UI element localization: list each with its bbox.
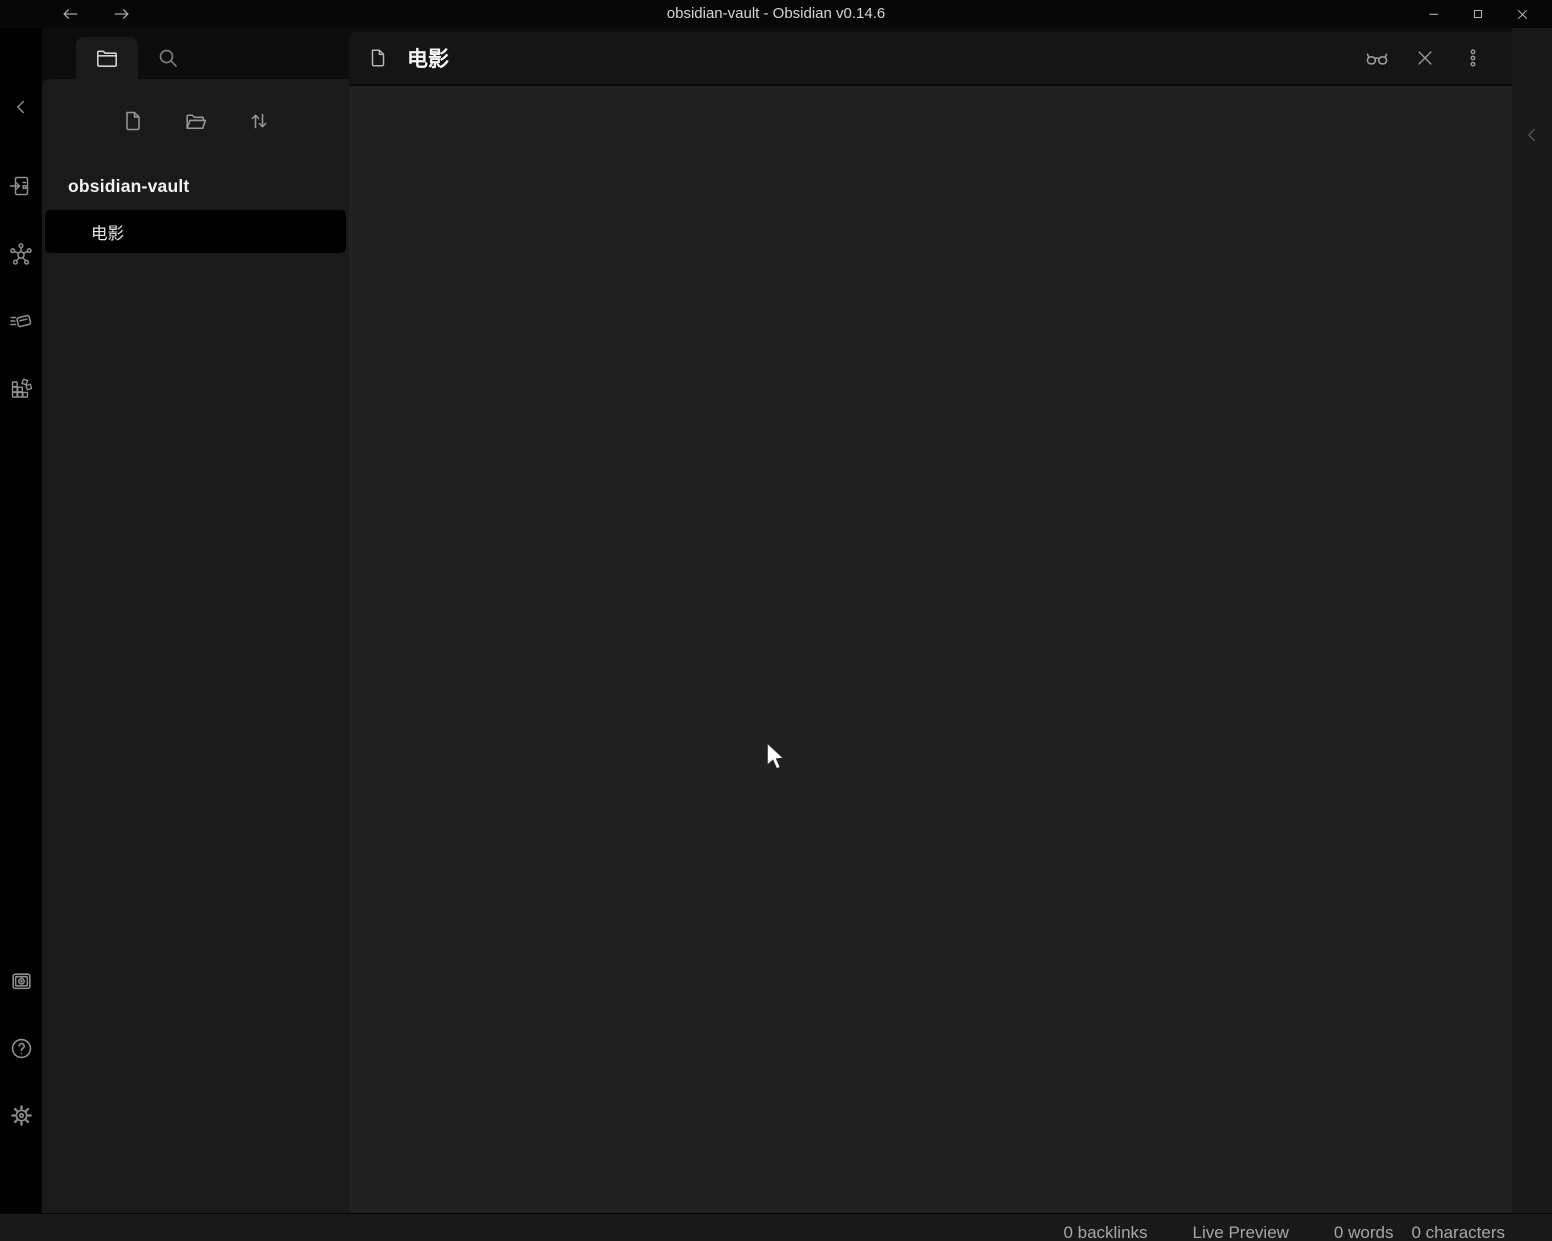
chevron-left-icon [1521, 124, 1543, 146]
zettelkasten-note-button[interactable] [9, 309, 33, 333]
chevron-left-icon [10, 96, 32, 118]
random-note-blocks-icon [9, 376, 33, 400]
glasses-icon [1364, 45, 1390, 71]
file-name: 电影 [45, 220, 124, 244]
sort-arrows-icon [247, 109, 271, 133]
vault-switcher-button[interactable] [9, 969, 33, 993]
note-title: 电影 [407, 43, 449, 73]
close-window-button[interactable] [1500, 0, 1544, 28]
obsidian-window: obsidian-vault - Obsidian v0.14.6 [0, 0, 1552, 1241]
file-list-item-selected[interactable]: 电影 [45, 210, 346, 253]
vault-icon [9, 969, 34, 994]
tab-search[interactable] [142, 37, 194, 79]
editor-content[interactable] [349, 88, 1512, 1213]
collapse-left-sidebar-button[interactable] [9, 95, 33, 119]
window-title: obsidian-vault - Obsidian v0.14.6 [0, 0, 1552, 28]
close-pane-button[interactable] [1412, 45, 1438, 71]
random-note-button[interactable] [9, 376, 33, 400]
maximize-button[interactable] [1456, 0, 1500, 28]
new-folder-button[interactable] [184, 109, 208, 133]
graph-view-icon [9, 242, 33, 266]
quick-switcher-icon [9, 174, 33, 198]
close-icon [1515, 7, 1530, 22]
left-ribbon [0, 28, 42, 1213]
folder-icon [94, 45, 120, 71]
gear-icon [9, 1103, 34, 1128]
help-button[interactable] [9, 1036, 33, 1060]
editor-mode-toggle[interactable]: Live Preview [1193, 1223, 1289, 1241]
reading-view-button[interactable] [1364, 45, 1390, 71]
navigate-back-button[interactable] [57, 3, 83, 25]
search-icon [156, 46, 180, 70]
new-note-button[interactable] [121, 109, 145, 133]
back-arrow-icon [60, 4, 80, 24]
editor-actions [1364, 45, 1486, 71]
backlinks-count[interactable]: 0 backlinks [1063, 1223, 1147, 1241]
settings-button[interactable] [9, 1103, 33, 1127]
expand-right-sidebar-button[interactable] [1520, 123, 1544, 147]
file-explorer-panel: obsidian-vault 电影 [42, 79, 349, 1213]
zettelkasten-card-icon [9, 309, 33, 333]
status-bar: 0 backlinks Live Preview 0 words 0 chara… [0, 1213, 1552, 1241]
tab-file-explorer[interactable] [76, 37, 138, 79]
new-folder-icon [183, 109, 208, 134]
explorer-action-bar [42, 109, 349, 133]
forward-arrow-icon [112, 4, 132, 24]
maximize-icon [1471, 7, 1485, 21]
minimize-button[interactable] [1412, 0, 1456, 28]
character-count: 0 characters [1411, 1223, 1505, 1241]
vault-name[interactable]: obsidian-vault [68, 176, 189, 197]
editor-pane: 电影 [349, 32, 1512, 1213]
sort-order-button[interactable] [247, 109, 271, 133]
editor-header: 电影 [349, 32, 1512, 86]
quick-switcher-button[interactable] [9, 174, 33, 198]
word-count: 0 words [1334, 1223, 1394, 1241]
title-bar: obsidian-vault - Obsidian v0.14.6 [0, 0, 1552, 28]
document-icon [367, 47, 389, 69]
right-sidebar-collapsed [1512, 28, 1552, 1213]
graph-view-button[interactable] [9, 242, 33, 266]
help-icon [9, 1036, 34, 1061]
window-controls [1412, 0, 1544, 28]
close-icon [1414, 47, 1436, 69]
minimize-icon [1427, 7, 1441, 21]
navigate-forward-button[interactable] [109, 3, 135, 25]
new-note-icon [121, 109, 145, 133]
more-options-dots-icon [1462, 47, 1484, 69]
more-options-button[interactable] [1460, 45, 1486, 71]
